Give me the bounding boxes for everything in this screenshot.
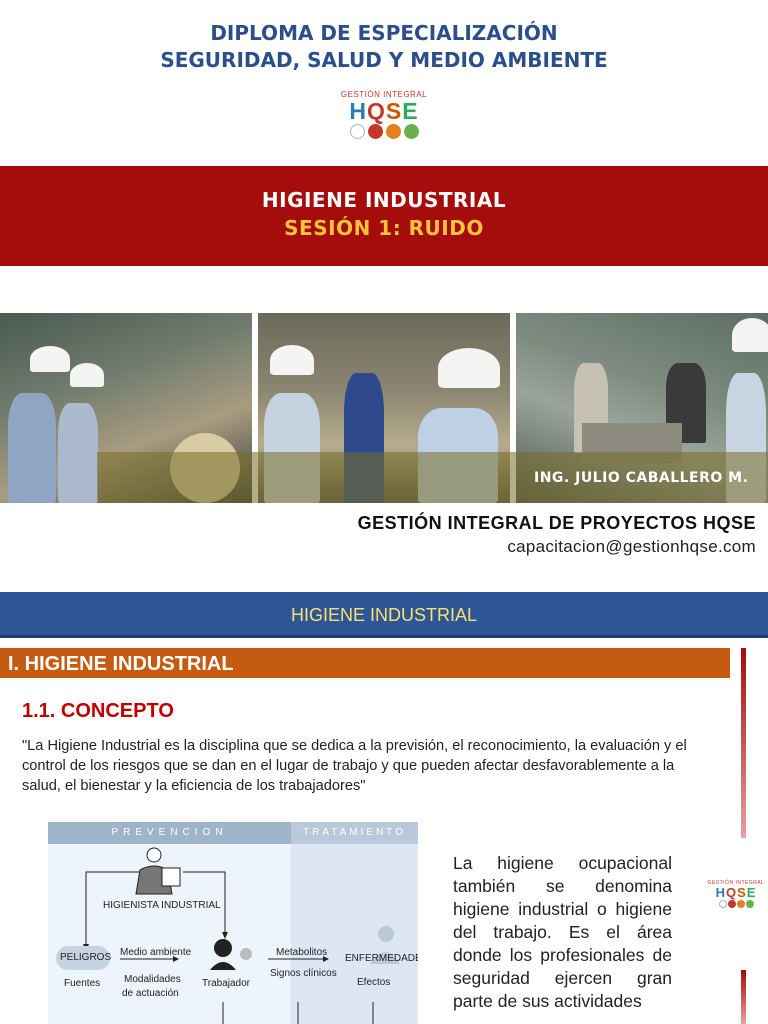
hygienist-figure-icon — [135, 847, 181, 895]
label-signs: Signos clínicos — [270, 968, 337, 979]
logo-small-dot-environment-icon — [745, 900, 754, 908]
concept-quote: "La Higiene Industrial es la disciplina … — [22, 738, 687, 794]
label-modalities-2: de actuación — [122, 988, 179, 999]
hygiene-diagram: PREVENCION TRATAMIENTO HIGIENISTA INDUST… — [48, 822, 418, 1024]
session-banner: HIGIENE INDUSTRIAL SESIÓN 1: RUIDO — [0, 166, 768, 266]
banner-course-title: HIGIENE INDUSTRIAL — [261, 188, 507, 212]
concept-paragraph: La higiene ocupacional también se denomi… — [453, 853, 672, 1011]
hqse-logo-small: GESTIÓN INTEGRAL HQSE — [706, 880, 766, 908]
logo-dot-environment-icon — [403, 124, 419, 139]
company-block: GESTIÓN INTEGRAL DE PROYECTOS HQSE capac… — [358, 513, 756, 557]
logo-small-dot-safety-icon — [736, 900, 745, 908]
logo-dot-quality-icon — [367, 124, 383, 139]
banner-session-title: SESIÓN 1: RUIDO — [284, 216, 484, 240]
decorative-rule-upper — [741, 648, 746, 838]
logo-dots — [324, 124, 444, 139]
logo-small-dot-quality-icon — [727, 900, 736, 908]
diploma-title-line1: DIPLOMA DE ESPECIALIZACIÓN — [210, 21, 558, 45]
label-worker: Trabajador — [202, 978, 250, 989]
logo-dot-health-icon — [349, 124, 365, 139]
instructor-credit: ING. JULIO CABALLERO M. — [534, 470, 749, 486]
label-hazards: PELIGROS — [60, 952, 112, 963]
label-modalities-1: Modalidades — [124, 974, 181, 985]
logo-small-wordmark: HQSE — [715, 885, 757, 900]
subsection-title: 1.1. CONCEPTO — [22, 700, 174, 722]
label-environment: Medio ambiente — [120, 947, 192, 958]
logo-small-dots — [706, 900, 766, 908]
diploma-title: DIPLOMA DE ESPECIALIZACIÓN SEGURIDAD, SA… — [0, 20, 768, 74]
hqse-logo: GESTIÓN INTEGRAL HQSE — [324, 90, 444, 139]
label-metabolites: Metabolitos — [276, 947, 328, 958]
label-effects: Efectos — [357, 977, 391, 988]
logo-small-dot-health-icon — [718, 900, 727, 908]
logo-wordmark: HQSE — [324, 99, 444, 123]
contact-email[interactable]: capacitacion@gestionhqse.com — [358, 537, 756, 557]
worker-figure-icon — [210, 939, 252, 970]
logo-dot-safety-icon — [385, 124, 401, 139]
diploma-title-line2: SEGURIDAD, SALUD Y MEDIO AMBIENTE — [160, 48, 608, 72]
logo-letter-q: Q — [367, 98, 386, 124]
diagram-arrows — [83, 847, 400, 1024]
decorative-rule-lower — [741, 970, 746, 1024]
label-diseases: ENFERMEDADES — [345, 953, 418, 964]
section-title: I. HIGIENE INDUSTRIAL — [0, 648, 730, 678]
label-sources: Fuentes — [64, 978, 101, 989]
company-name: GESTIÓN INTEGRAL DE PROYECTOS HQSE — [357, 513, 756, 533]
logo-letter-e: E — [402, 98, 419, 124]
logo-letter-h: H — [349, 98, 368, 124]
slide-header-bar: HIGIENE INDUSTRIAL — [0, 592, 768, 638]
logo-letter-s: S — [385, 98, 403, 124]
label-hygienist: HIGIENISTA INDUSTRIAL — [103, 900, 221, 911]
